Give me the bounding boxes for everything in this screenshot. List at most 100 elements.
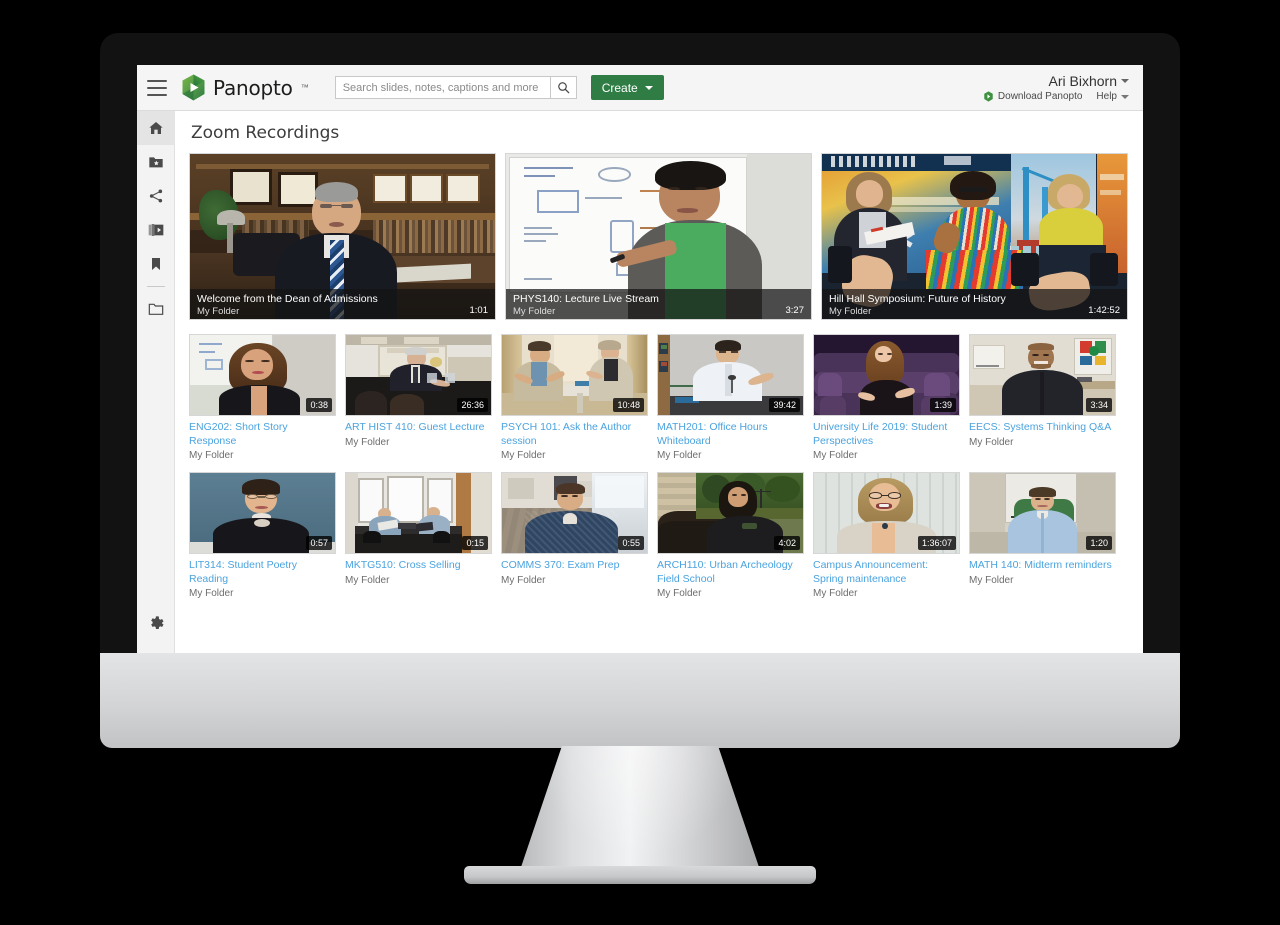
video-title[interactable]: ART HIST 410: Guest Lecture — [345, 421, 490, 435]
brand-name: Panopto — [213, 75, 293, 100]
video-duration: 3:27 — [785, 305, 805, 316]
video-title: Hill Hall Symposium: Future of History — [829, 292, 1006, 305]
featured-card[interactable]: Welcome from the Dean of Admissions My F… — [189, 153, 496, 320]
video-card[interactable]: 3:34 EECS: Systems Thinking Q&A My Folde… — [969, 334, 1116, 462]
create-button-label: Create — [601, 80, 638, 95]
panopto-logo-icon — [182, 74, 205, 101]
search-button[interactable] — [549, 76, 577, 99]
video-duration: 0:38 — [306, 398, 332, 412]
sidebar-item-shared-with-me[interactable] — [137, 179, 175, 213]
monitor-stand-base — [464, 866, 816, 884]
video-thumbnail: 1:39 — [813, 334, 960, 416]
video-folder: My Folder — [829, 305, 872, 317]
user-menu[interactable]: Ari Bixhorn — [1049, 73, 1129, 89]
video-card[interactable]: 0:57 LIT314: Student Poetry Reading My F… — [189, 472, 336, 600]
video-title[interactable]: MATH201: Office Hours Whiteboard — [657, 421, 802, 448]
help-link[interactable]: Help — [1096, 91, 1129, 102]
video-overlay: Hill Hall Symposium: Future of History M… — [822, 289, 1127, 319]
video-thumbnail: 0:57 — [189, 472, 336, 554]
video-card[interactable]: 0:38 ENG202: Short Story Response My Fol… — [189, 334, 336, 462]
monitor-chin — [100, 653, 1180, 748]
video-duration: 1:36:07 — [917, 536, 956, 550]
chevron-down-icon — [1121, 79, 1129, 83]
video-folder: My Folder — [813, 450, 858, 461]
video-folder: My Folder — [197, 305, 240, 317]
video-duration: 0:57 — [306, 536, 332, 550]
video-title[interactable]: MKTG510: Cross Selling — [345, 559, 490, 573]
sidebar-item-my-videos[interactable] — [137, 213, 175, 247]
brand-trademark: ™ — [300, 83, 309, 92]
panopto-app: Panopto ™ Create — [137, 65, 1143, 653]
download-panopto-label: Download Panopto — [997, 91, 1083, 102]
video-card[interactable]: 39:42 MATH201: Office Hours Whiteboard M… — [657, 334, 804, 462]
video-duration: 1:20 — [1086, 536, 1112, 550]
video-folder: My Folder — [969, 574, 1014, 586]
video-grid-row: 0:57 LIT314: Student Poetry Reading My F… — [189, 472, 1129, 600]
monitor-screen: Panopto ™ Create — [137, 65, 1143, 653]
video-thumbnail: 1:20 — [969, 472, 1116, 554]
video-title[interactable]: MATH 140: Midterm reminders — [969, 559, 1114, 573]
video-title[interactable]: COMMS 370: Exam Prep — [501, 559, 646, 573]
video-folder: My Folder — [189, 450, 234, 461]
video-card[interactable]: 4:02 ARCH110: Urban Archeology Field Sch… — [657, 472, 804, 600]
video-title[interactable]: PSYCH 101: Ask the Author session — [501, 421, 646, 448]
video-thumbnail: 4:02 — [657, 472, 804, 554]
video-duration: 3:34 — [1086, 398, 1112, 412]
video-title: Welcome from the Dean of Admissions — [197, 292, 378, 305]
video-title[interactable]: EECS: Systems Thinking Q&A — [969, 421, 1114, 435]
video-title[interactable]: University Life 2019: Student Perspectiv… — [813, 421, 958, 448]
video-title: PHYS140: Lecture Live Stream — [513, 292, 659, 305]
video-card[interactable]: 10:48 PSYCH 101: Ask the Author session … — [501, 334, 648, 462]
hamburger-icon[interactable] — [147, 79, 167, 96]
video-card[interactable]: 1:39 University Life 2019: Student Persp… — [813, 334, 960, 462]
featured-card[interactable]: PHYS140: Lecture Live Stream My Folder 3… — [505, 153, 812, 320]
video-overlay: Welcome from the Dean of Admissions My F… — [190, 289, 495, 319]
video-card[interactable]: 0:55 COMMS 370: Exam Prep My Folder — [501, 472, 648, 600]
video-title[interactable]: Campus Announcement: Spring maintenance — [813, 559, 958, 586]
sidebar-item-home[interactable] — [137, 111, 175, 145]
video-thumbnail: 1:36:07 — [813, 472, 960, 554]
download-panopto-link[interactable]: Download Panopto — [983, 91, 1083, 102]
video-folder: My Folder — [501, 450, 546, 461]
video-folder: My Folder — [657, 588, 702, 599]
video-card[interactable]: 26:36 ART HIST 410: Guest Lecture My Fol… — [345, 334, 492, 462]
search-input[interactable] — [334, 76, 550, 99]
video-folder: My Folder — [513, 305, 556, 317]
search-box — [334, 76, 577, 99]
video-duration: 26:36 — [457, 398, 488, 412]
video-title[interactable]: ARCH110: Urban Archeology Field School — [657, 559, 802, 586]
video-overlay: PHYS140: Lecture Live Stream My Folder — [506, 289, 811, 319]
video-card[interactable]: 1:36:07 Campus Announcement: Spring main… — [813, 472, 960, 600]
video-duration: 1:01 — [469, 305, 489, 316]
video-title[interactable]: ENG202: Short Story Response — [189, 421, 334, 448]
video-duration: 1:39 — [930, 398, 956, 412]
monitor-stand-neck — [518, 746, 762, 876]
video-grid-row: 0:38 ENG202: Short Story Response My Fol… — [189, 334, 1129, 462]
gear-icon — [151, 615, 164, 629]
video-card[interactable]: 1:20 MATH 140: Midterm reminders My Fold… — [969, 472, 1116, 600]
sidebar-item-my-folder[interactable] — [137, 145, 175, 179]
video-thumbnail: 10:48 — [501, 334, 648, 416]
video-duration: 0:15 — [462, 536, 488, 550]
video-thumbnail: 0:38 — [189, 334, 336, 416]
sidebar-item-bookmarks[interactable] — [137, 247, 175, 281]
video-duration: 39:42 — [769, 398, 800, 412]
video-card[interactable]: 0:15 MKTG510: Cross Selling My Folder — [345, 472, 492, 600]
sidebar-item-settings[interactable] — [137, 605, 175, 639]
create-button[interactable]: Create — [590, 75, 664, 100]
monitor-bezel: Panopto ™ Create — [100, 33, 1180, 653]
video-library-icon — [148, 224, 163, 236]
video-thumbnail: 0:15 — [345, 472, 492, 554]
video-title[interactable]: LIT314: Student Poetry Reading — [189, 559, 334, 586]
video-duration: 0:55 — [618, 536, 644, 550]
video-folder: My Folder — [345, 436, 390, 448]
sidebar-item-browse-folders[interactable] — [137, 292, 175, 326]
top-bar: Panopto ™ Create — [137, 65, 1143, 111]
brand[interactable]: Panopto ™ — [181, 74, 309, 101]
content-area: Zoom Recordings Welcome from the Dean of… — [175, 111, 1143, 653]
monitor-scene: Panopto ™ Create — [0, 0, 1280, 925]
video-folder: My Folder — [345, 574, 390, 586]
featured-card[interactable]: Hill Hall Symposium: Future of History M… — [821, 153, 1128, 320]
panopto-download-icon — [984, 91, 993, 102]
featured-row: Welcome from the Dean of Admissions My F… — [189, 153, 1129, 320]
